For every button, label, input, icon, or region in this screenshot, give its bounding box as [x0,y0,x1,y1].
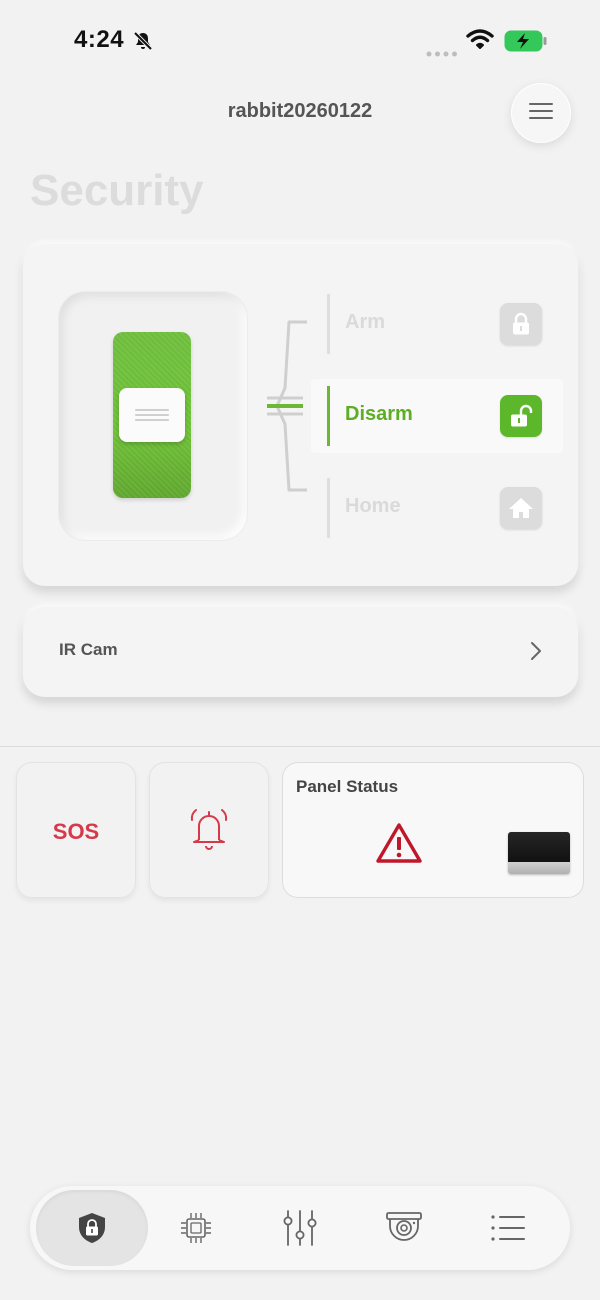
security-mode-card: Arm Disarm Home [23,244,578,586]
mode-switch-well [59,292,247,540]
mode-arm[interactable]: Arm [311,287,563,361]
ir-cam-row[interactable]: IR Cam [23,607,578,697]
mode-indicator-bar [327,478,330,538]
mode-arm-label: Arm [345,311,386,333]
tab-security[interactable] [36,1190,148,1266]
sos-button[interactable]: SOS [16,762,136,898]
signal-dots-icon [426,44,458,62]
panel-status-title: Panel Status [296,777,399,796]
lock-icon [500,303,542,345]
sliders-icon [283,1210,317,1246]
sos-label: SOS [52,819,100,844]
mode-disarm-label: Disarm [345,403,413,425]
menu-button[interactable] [511,83,571,143]
mode-home-label: Home [345,495,401,517]
battery-charging-icon [504,30,548,57]
status-time: 4:24 [74,26,125,53]
bell-slash-icon [132,30,154,57]
chevron-right-icon [530,641,542,666]
unlock-icon [500,395,542,437]
hamburger-menu-icon [528,101,554,126]
status-bar: 4:24 [0,0,600,80]
mode-switch-knob[interactable] [119,388,185,442]
ir-cam-label: IR Cam [59,640,118,659]
panel-status-card[interactable]: Panel Status [282,762,584,898]
tab-more[interactable] [452,1190,564,1266]
account-name: rabbit20260122 [227,100,373,122]
chip-icon [181,1213,211,1243]
alarm-button[interactable] [149,762,269,898]
mode-home[interactable]: Home [311,471,563,545]
tab-devices[interactable] [140,1190,252,1266]
warning-triangle-icon [376,823,422,863]
section-divider [0,746,600,747]
control-panel-device-image [508,832,570,874]
bottom-tab-bar [30,1186,570,1270]
mode-disarm[interactable]: Disarm [311,379,563,453]
alarm-bell-icon [190,809,228,850]
page-title: Security [30,166,204,215]
tab-camera[interactable] [348,1190,460,1266]
wifi-icon [466,28,494,55]
dome-camera-icon [386,1212,422,1241]
list-icon [491,1215,525,1241]
mode-indicator-bar [327,386,330,446]
tab-controls[interactable] [244,1190,356,1266]
home-icon [500,487,542,529]
mode-indicator-bar [327,294,330,354]
shield-lock-icon [79,1213,105,1243]
